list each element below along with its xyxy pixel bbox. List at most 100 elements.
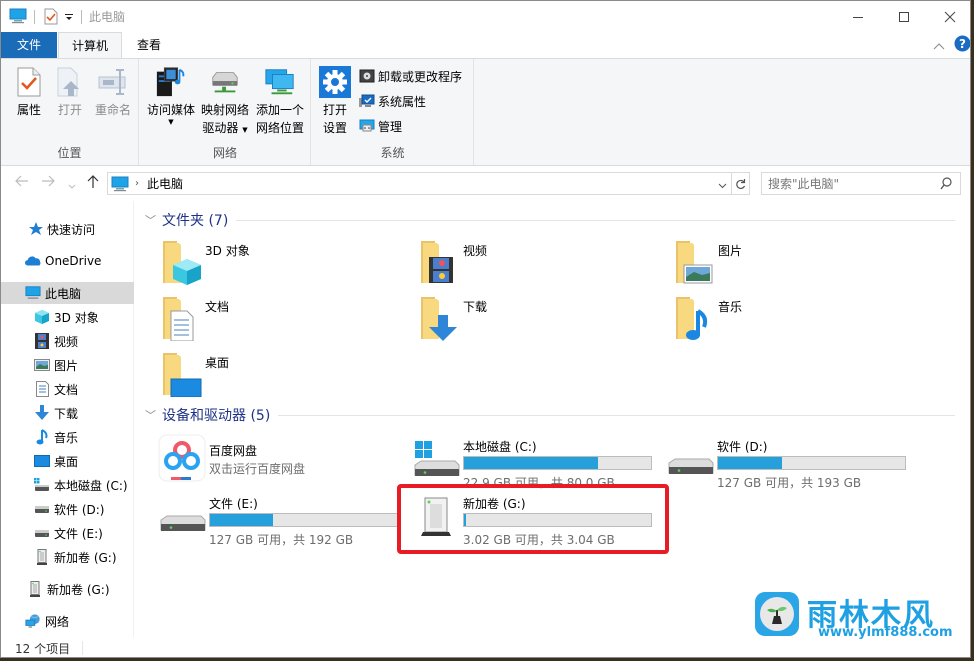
system-drive-icon (34, 477, 50, 493)
folder-item[interactable]: 下载 (415, 293, 655, 345)
group-label-network: 网络 (212, 146, 237, 160)
minimize-button[interactable] (835, 1, 881, 32)
folder-item[interactable]: 桌面 (157, 349, 397, 401)
network-location-icon (264, 65, 296, 99)
refresh-button[interactable] (732, 172, 750, 195)
recent-locations-button[interactable] (68, 178, 76, 194)
nav-item-removable-g[interactable]: 新加卷 (G:) (1, 578, 134, 600)
ribbon-group-location: 属性 打开 重命名 位置 (1, 59, 139, 165)
system-properties-icon (359, 94, 375, 107)
open-settings-label-2: 设置 (322, 121, 347, 135)
group-label-location: 位置 (57, 146, 82, 160)
uninstall-program-button[interactable]: 卸载或更改程序 (359, 66, 462, 86)
rename-button[interactable]: 重命名 (89, 65, 137, 119)
folder-item[interactable]: 文档 (157, 293, 397, 345)
ribbon: 属性 打开 重命名 位置 访问媒体 ▼ 映射网络 驱动器 ▼ 添加一个 网络位置… (1, 58, 970, 166)
nav-item-pictures[interactable]: 图片 (1, 354, 134, 376)
drive-item[interactable]: 软件 (D:) 127 GB 可用，共 193 GB (665, 433, 915, 491)
computer-icon[interactable] (9, 8, 27, 27)
add-network-location-label-2: 网络位置 (255, 121, 304, 135)
add-network-location-button[interactable]: 添加一个 网络位置 (252, 65, 308, 137)
devices-section-header[interactable]: ﹀ 设备和驱动器 (5) (145, 405, 955, 425)
nav-item-drive-c[interactable]: 本地磁盘 (C:) (1, 474, 134, 496)
nav-item-network[interactable]: 网络 (1, 610, 134, 632)
baidu-name: 百度网盘 (209, 444, 258, 458)
cube-icon (34, 309, 50, 325)
search-box[interactable]: 搜索"此电脑" (761, 172, 961, 195)
nav-item-documents[interactable]: 文档 (1, 378, 134, 400)
nav-item-downloads[interactable]: 下载 (1, 402, 134, 424)
customize-quick-access-icon[interactable] (65, 11, 74, 25)
system-properties-button[interactable]: 系统属性 (359, 91, 426, 111)
nav-item-3d-objects[interactable]: 3D 对象 (1, 306, 134, 328)
tab-view[interactable]: 查看 (126, 32, 172, 58)
tab-computer[interactable]: 计算机 (58, 32, 122, 58)
chevron-down-icon[interactable]: ﹀ (145, 212, 156, 228)
tab-file[interactable]: 文件 (1, 32, 57, 58)
title-bar: 此电脑 (1, 1, 970, 32)
drive-free-space: 127 GB 可用，共 192 GB (209, 533, 354, 547)
arrow-right-icon (42, 175, 55, 187)
map-network-drive-label-1: 映射网络 (200, 103, 249, 117)
access-media-label: 访问媒体 (146, 103, 195, 117)
ribbon-group-network: 访问媒体 ▼ 映射网络 驱动器 ▼ 添加一个 网络位置 网络 (140, 59, 311, 165)
documents-folder-icon (157, 293, 205, 342)
breadcrumb-separator[interactable]: › (135, 178, 139, 189)
drive-item[interactable]: 本地磁盘 (C:) 22.9 GB 可用，共 80.0 GB (411, 433, 661, 491)
help-button[interactable]: ? (954, 35, 970, 55)
nav-item-music[interactable]: 音乐 (1, 426, 134, 448)
arrow-left-icon (15, 175, 28, 187)
open-button[interactable]: 打开 (51, 65, 89, 119)
folder-item[interactable]: 视频 (415, 237, 655, 289)
map-network-drive-label-2: 驱动器 ▼ (202, 121, 248, 135)
nav-item-videos[interactable]: 视频 (1, 330, 134, 352)
map-network-drive-button[interactable]: 映射网络 驱动器 ▼ (198, 65, 252, 139)
drive-usage-bar (463, 456, 652, 470)
baidu-netdisk-icon (157, 433, 207, 483)
help-icon: ? (954, 35, 970, 52)
baidu-netdisk-item[interactable]: 百度网盘 双击运行百度网盘 (157, 433, 407, 491)
nav-item-this-pc[interactable]: 此电脑 (1, 282, 134, 304)
search-icon[interactable] (940, 177, 952, 193)
folder-item[interactable]: 3D 对象 (157, 237, 397, 289)
properties-quick-icon[interactable] (44, 8, 58, 28)
navigation-bar: › 此电脑 搜索"此电脑" (1, 167, 970, 201)
nav-item-drive-d[interactable]: 软件 (D:) (1, 498, 134, 520)
properties-button[interactable]: 属性 (9, 65, 49, 119)
chevron-down-icon (68, 184, 76, 189)
back-button[interactable] (15, 175, 29, 191)
drive-usage-bar (209, 513, 398, 527)
drive-usage-fill (210, 514, 274, 526)
up-button[interactable] (87, 175, 99, 193)
nav-item-drive-e[interactable]: 文件 (E:) (1, 522, 134, 544)
drive-item[interactable]: 文件 (E:) 127 GB 可用，共 192 GB (157, 490, 407, 548)
nav-item-quick-access[interactable]: 快速访问 (1, 218, 134, 240)
folder-name: 音乐 (718, 300, 743, 314)
folder-item[interactable]: 音乐 (670, 293, 910, 345)
nav-item-onedrive[interactable]: OneDrive (1, 250, 134, 272)
address-bar[interactable]: › 此电脑 (107, 172, 732, 195)
3d-objects-folder-icon (157, 237, 205, 285)
address-history-button[interactable] (718, 178, 727, 192)
nav-item-drive-g[interactable]: 新加卷 (G:) (1, 546, 134, 568)
access-media-button[interactable]: 访问媒体 ▼ (145, 65, 197, 126)
maximize-button[interactable] (881, 1, 927, 32)
system-drive-icon (411, 433, 461, 483)
manage-button[interactable]: 管理 (359, 116, 402, 136)
separator (34, 10, 35, 24)
nav-item-desktop[interactable]: 桌面 (1, 450, 134, 472)
forward-button[interactable] (41, 175, 55, 191)
folder-item[interactable]: 图片 (670, 237, 910, 289)
collapse-ribbon-button[interactable] (933, 39, 945, 53)
uninstall-icon (359, 69, 375, 83)
folder-name: 桌面 (205, 356, 230, 370)
breadcrumb-this-pc[interactable]: 此电脑 (147, 175, 183, 192)
folders-section-header[interactable]: ﹀ 文件夹 (7) (145, 210, 955, 230)
minimize-icon (853, 16, 863, 18)
close-button[interactable] (927, 1, 970, 32)
folder-name: 文档 (205, 300, 230, 314)
open-label: 打开 (57, 103, 82, 117)
open-settings-button[interactable]: 打开 设置 (316, 65, 354, 137)
map-drive-icon (209, 65, 241, 99)
chevron-down-icon[interactable]: ﹀ (145, 407, 156, 423)
